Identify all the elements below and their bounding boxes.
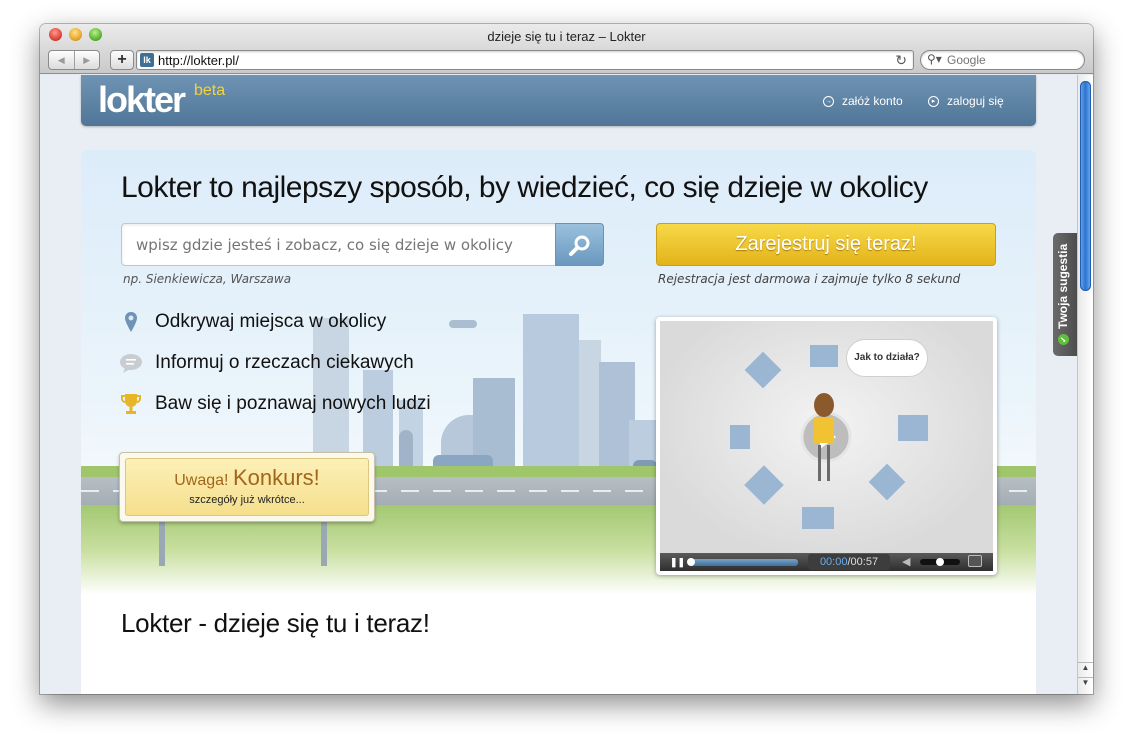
- search-icon: [569, 235, 590, 256]
- check-icon: ✓: [1057, 334, 1069, 345]
- hero-panel: Lokter to najlepszy sposób, by wiedzieć,…: [81, 150, 1036, 694]
- url-text[interactable]: http://lokter.pl/: [158, 53, 239, 68]
- time-display: 00:00/00:57: [808, 554, 890, 570]
- pause-icon[interactable]: ❚❚: [670, 557, 685, 568]
- scroll-up-arrow[interactable]: ▲: [1078, 662, 1093, 676]
- speech-bubble: Jak to działa?: [846, 339, 928, 377]
- fullscreen-icon[interactable]: [968, 555, 982, 567]
- beta-badge: beta: [194, 82, 226, 99]
- reload-icon[interactable]: ↻: [895, 52, 907, 69]
- contest-prefix: Uwaga!: [174, 472, 229, 489]
- hero-title: Lokter to najlepszy sposób, by wiedzieć,…: [121, 171, 928, 204]
- register-note: Rejestracja jest darmowa i zajmuje tylko…: [658, 272, 961, 286]
- register-now-button[interactable]: Zarejestruj się teraz!: [656, 223, 996, 266]
- register-link[interactable]: → załóż konto: [823, 94, 903, 108]
- address-bar[interactable]: lk http://lokter.pl/ ↻: [136, 50, 914, 70]
- feature-label: Informuj o rzeczach ciekawych: [155, 352, 414, 373]
- search-hint: np. Sienkiewicza, Warszawa: [123, 272, 292, 286]
- window-title: dzieje się tu i teraz – Lokter: [487, 29, 646, 44]
- feedback-tab[interactable]: ✓ Twoja sugestia: [1053, 233, 1077, 356]
- trophy-icon: [119, 392, 143, 416]
- video-player[interactable]: Jak to działa? ❚❚ 00:00/00:57 ◀: [656, 317, 997, 575]
- sign-post: [159, 522, 165, 566]
- volume-icon[interactable]: ◀: [902, 555, 910, 568]
- video-screen[interactable]: Jak to działa?: [660, 321, 993, 553]
- location-search-button[interactable]: [555, 223, 604, 266]
- contest-sign[interactable]: Uwaga! Konkurs! szczegóły już wkrótce...: [119, 452, 375, 522]
- feature-label: Baw się i poznawaj nowych ludzi: [155, 393, 431, 414]
- forward-button[interactable]: ▶: [73, 51, 100, 69]
- arrow-right-circle-icon: →: [823, 95, 834, 107]
- login-link-label: zaloguj się: [947, 94, 1004, 108]
- site-logo[interactable]: lokter: [98, 79, 186, 121]
- volume-slider[interactable]: [920, 558, 960, 566]
- contest-subtext: szczegóły już wkrótce...: [189, 494, 305, 506]
- contest-title: Konkurs!: [232, 465, 320, 490]
- add-bookmark-button[interactable]: +: [110, 50, 134, 70]
- magnifier-icon: ⚲▾: [927, 52, 942, 66]
- feedback-text: Twoja sugestia: [1056, 243, 1070, 329]
- title-bar: dzieje się tu i teraz – Lokter ◀ ▶ + lk …: [40, 24, 1093, 74]
- sign-post: [321, 522, 327, 566]
- progress-bar[interactable]: [687, 558, 798, 566]
- vertical-scrollbar[interactable]: ▲ ▼: [1077, 75, 1093, 694]
- page-tagline: Lokter - dzieje się tu i teraz!: [121, 608, 430, 638]
- scrollbar-thumb[interactable]: [1080, 81, 1091, 291]
- video-illustration: [730, 345, 928, 529]
- browser-search-input[interactable]: [947, 53, 1077, 67]
- feature-item: Baw się i poznawaj nowych ludzi: [119, 392, 431, 416]
- volume-handle[interactable]: [936, 558, 944, 566]
- browser-window: dzieje się tu i teraz – Lokter ◀ ▶ + lk …: [40, 24, 1093, 694]
- contest-sign-panel: Uwaga! Konkurs! szczegóły już wkrótce...: [125, 458, 369, 516]
- video-controls: ❚❚ 00:00/00:57 ◀: [660, 553, 993, 571]
- history-nav: ◀ ▶: [48, 50, 100, 70]
- feature-item: Odkrywaj miejsca w okolicy: [119, 310, 386, 334]
- site-favicon: lk: [140, 53, 154, 67]
- current-time: 00:00: [819, 556, 848, 568]
- speech-bubble-icon: [119, 351, 143, 375]
- feature-label: Odkrywaj miejsca w okolicy: [155, 311, 387, 332]
- site-header: lokter beta → załóż konto ▸ zaloguj się: [81, 75, 1036, 126]
- back-button[interactable]: ◀: [49, 51, 74, 69]
- location-pin-icon: [119, 310, 143, 334]
- play-circle-icon: ▸: [928, 95, 939, 107]
- scroll-down-arrow[interactable]: ▼: [1078, 677, 1093, 691]
- browser-search-box[interactable]: ⚲▾: [920, 50, 1085, 70]
- page-viewport: lokter beta → załóż konto ▸ zaloguj się: [40, 75, 1093, 694]
- login-link[interactable]: ▸ zaloguj się: [928, 94, 1004, 108]
- progress-handle[interactable]: [687, 558, 695, 566]
- location-search: [121, 223, 604, 266]
- duration: 00:57: [850, 556, 879, 568]
- contest-headline: Uwaga! Konkurs!: [126, 465, 368, 491]
- register-link-label: załóż konto: [842, 94, 903, 108]
- feedback-label: ✓ Twoja sugestia: [1056, 227, 1070, 345]
- location-search-input[interactable]: [136, 236, 556, 254]
- feature-item: Informuj o rzeczach ciekawych: [119, 351, 414, 375]
